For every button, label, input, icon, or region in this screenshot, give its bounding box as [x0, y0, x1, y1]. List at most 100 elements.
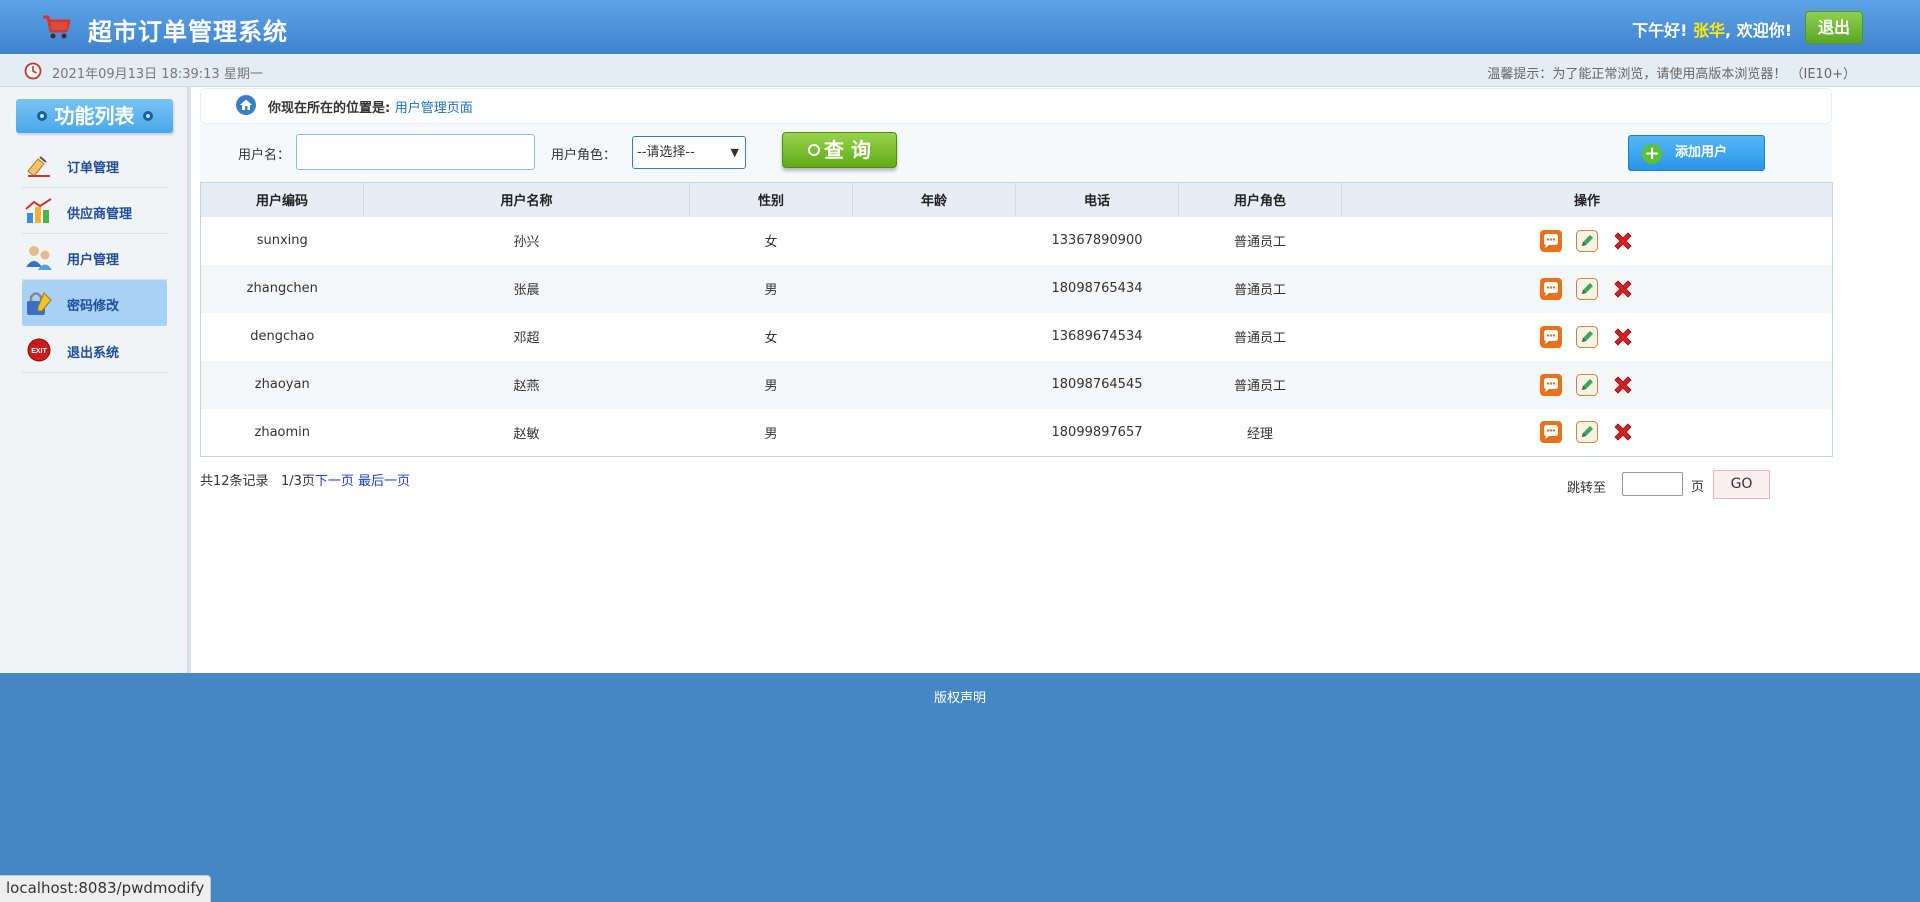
provider-icon [25, 198, 52, 223]
delete-icon[interactable] [1611, 325, 1635, 349]
cell-role: 普通员工 [1233, 331, 1286, 346]
table-row: dengchao 邓超 女 13689674534 普通员工 [201, 313, 1833, 361]
add-user-button[interactable]: + 添加用户 [1628, 135, 1765, 171]
table-row: zhaomin 赵敏 男 18099897657 经理 [201, 409, 1833, 457]
cell-role: 经理 [1246, 426, 1273, 442]
edit-icon[interactable] [1575, 277, 1599, 301]
cell-name: 赵敏 [513, 426, 540, 442]
cell-gender: 男 [689, 264, 853, 313]
cell-phone: 18098765434 [1015, 264, 1179, 313]
table-header-row: 用户编码 用户名称 性别 年龄 电话 用户角色 操作 [200, 182, 1833, 217]
next-page-link[interactable]: 下一页 [315, 474, 354, 489]
sidebar-item-label: 密码修改 [67, 299, 120, 314]
current-user-name: 张华 [1693, 21, 1726, 40]
username-input[interactable] [296, 134, 535, 170]
sidebar-item-label: 订单管理 [67, 161, 120, 176]
delete-icon[interactable] [1611, 229, 1635, 253]
view-icon[interactable] [1539, 373, 1563, 397]
cell-code: zhaomin [254, 424, 311, 440]
logout-button[interactable]: 退出 [1805, 11, 1863, 44]
cell-actions [1342, 313, 1833, 361]
greeting-prefix: 下午好! [1632, 21, 1688, 40]
column-header: 用户编码 [200, 182, 364, 217]
copyright-link[interactable]: 版权声明 [0, 687, 1920, 706]
info-bar: 2021年09月13日 18:39:13 星期一 温馨提示：为了能正常浏览，请使… [0, 54, 1920, 87]
cell-actions [1341, 360, 1833, 409]
top-header: 超市订单管理系统 下午好! 张华, 欢迎你! 退出 [0, 0, 1920, 54]
jump-label: 跳转至 [1567, 481, 1607, 496]
search-icon [808, 143, 821, 156]
go-button[interactable]: GO [1713, 470, 1770, 499]
cell-age [853, 313, 1016, 361]
column-header: 操作 [1341, 182, 1833, 217]
clock-icon [24, 62, 42, 80]
cell-role: 普通员工 [1178, 360, 1342, 409]
view-icon[interactable] [1539, 229, 1563, 253]
breadcrumb-text: 你现在所在的位置是: 用户管理页面 [268, 97, 473, 116]
query-button[interactable]: 查 询 [782, 132, 897, 168]
sidebar-item-orders[interactable]: 订单管理 [22, 142, 167, 188]
page-number-input[interactable] [1622, 472, 1683, 496]
sidebar-title: 功能列表 [16, 99, 173, 133]
column-header: 性别 [689, 182, 853, 217]
cell-phone: 18099897657 [1051, 424, 1143, 440]
view-icon[interactable] [1539, 325, 1563, 349]
username-label: 用户名： [238, 148, 291, 163]
table-row: sunxing 孙兴 女 13367890900 普通员工 [201, 217, 1833, 265]
greeting-suffix: , 欢迎你! [1725, 21, 1792, 40]
cell-actions [1342, 409, 1833, 457]
cell-gender: 女 [764, 331, 778, 346]
plus-icon: + [1642, 144, 1662, 164]
cell-gender: 男 [689, 360, 853, 409]
table-row: zhaoyan 赵燕男 18098764545 普通员工 [200, 360, 1833, 409]
total-records: 共12条记录 [200, 474, 269, 489]
delete-icon[interactable] [1611, 373, 1635, 397]
breadcrumb-prefix: 你现在所在的位置是: [268, 101, 391, 116]
user-table: 用户编码 用户名称 性别 年龄 电话 用户角色 操作 sunxing 孙兴女 133… [200, 182, 1833, 457]
page-unit-label: 页 [1691, 480, 1705, 495]
cell-age [853, 217, 1016, 265]
cell-role: 普通员工 [1178, 264, 1342, 313]
role-select-value: --请选择-- [637, 145, 695, 160]
query-button-label: 查 询 [824, 138, 871, 162]
breadcrumb-current[interactable]: 用户管理页面 [395, 101, 473, 116]
cell-gender: 女 [764, 235, 778, 250]
cell-name: 张晨 [363, 264, 690, 313]
sidebar-item-label: 退出系统 [67, 346, 120, 361]
sidebar-item-users[interactable]: 用户管理 [22, 234, 167, 280]
sidebar: 功能列表 订单管理 供应商管理 用户管理 密码修改 EXIT 退出系统 [0, 87, 188, 673]
sidebar-item-label: 供应商管理 [67, 207, 133, 222]
title-dot-left-icon [36, 110, 47, 121]
edit-icon[interactable] [1575, 420, 1599, 444]
edit-icon[interactable] [1575, 373, 1599, 397]
cell-phone: 13367890900 [1051, 233, 1143, 248]
role-select[interactable]: --请选择-- ▼ [632, 136, 746, 169]
delete-icon[interactable] [1611, 277, 1635, 301]
browser-tip: 温馨提示：为了能正常浏览，请使用高版本浏览器！ （IE10+） [1487, 67, 1856, 82]
role-label: 用户角色： [551, 148, 617, 163]
column-header: 年龄 [852, 182, 1016, 217]
cell-name: 邓超 [513, 331, 540, 346]
last-page-link[interactable]: 最后一页 [358, 474, 410, 489]
browser-status-bar: localhost:8083/pwdmodify [0, 875, 212, 902]
sidebar-item-providers[interactable]: 供应商管理 [22, 188, 167, 234]
svg-text:EXIT: EXIT [31, 348, 47, 355]
edit-icon[interactable] [1575, 325, 1599, 349]
edit-icon[interactable] [1575, 229, 1599, 253]
sidebar-item-exit[interactable]: EXIT 退出系统 [22, 327, 167, 373]
cell-name: 赵燕 [363, 360, 690, 409]
cell-phone: 13689674534 [1051, 329, 1143, 344]
delete-icon[interactable] [1611, 420, 1635, 444]
view-icon[interactable] [1539, 277, 1563, 301]
home-icon [236, 95, 256, 115]
cell-code: zhangchen [200, 264, 364, 313]
cell-code: zhaoyan [200, 360, 364, 409]
view-icon[interactable] [1539, 420, 1563, 444]
cell-code: dengchao [250, 329, 315, 344]
sidebar-item-password[interactable]: 密码修改 [22, 280, 167, 326]
title-dot-right-icon [142, 110, 153, 121]
table-row: zhangchen 张晨男 18098765434 普通员工 [200, 264, 1833, 313]
greeting: 下午好! 张华, 欢迎你! [1632, 17, 1792, 41]
column-header: 电话 [1015, 182, 1179, 217]
page-indicator: 1/3页 [280, 474, 315, 489]
